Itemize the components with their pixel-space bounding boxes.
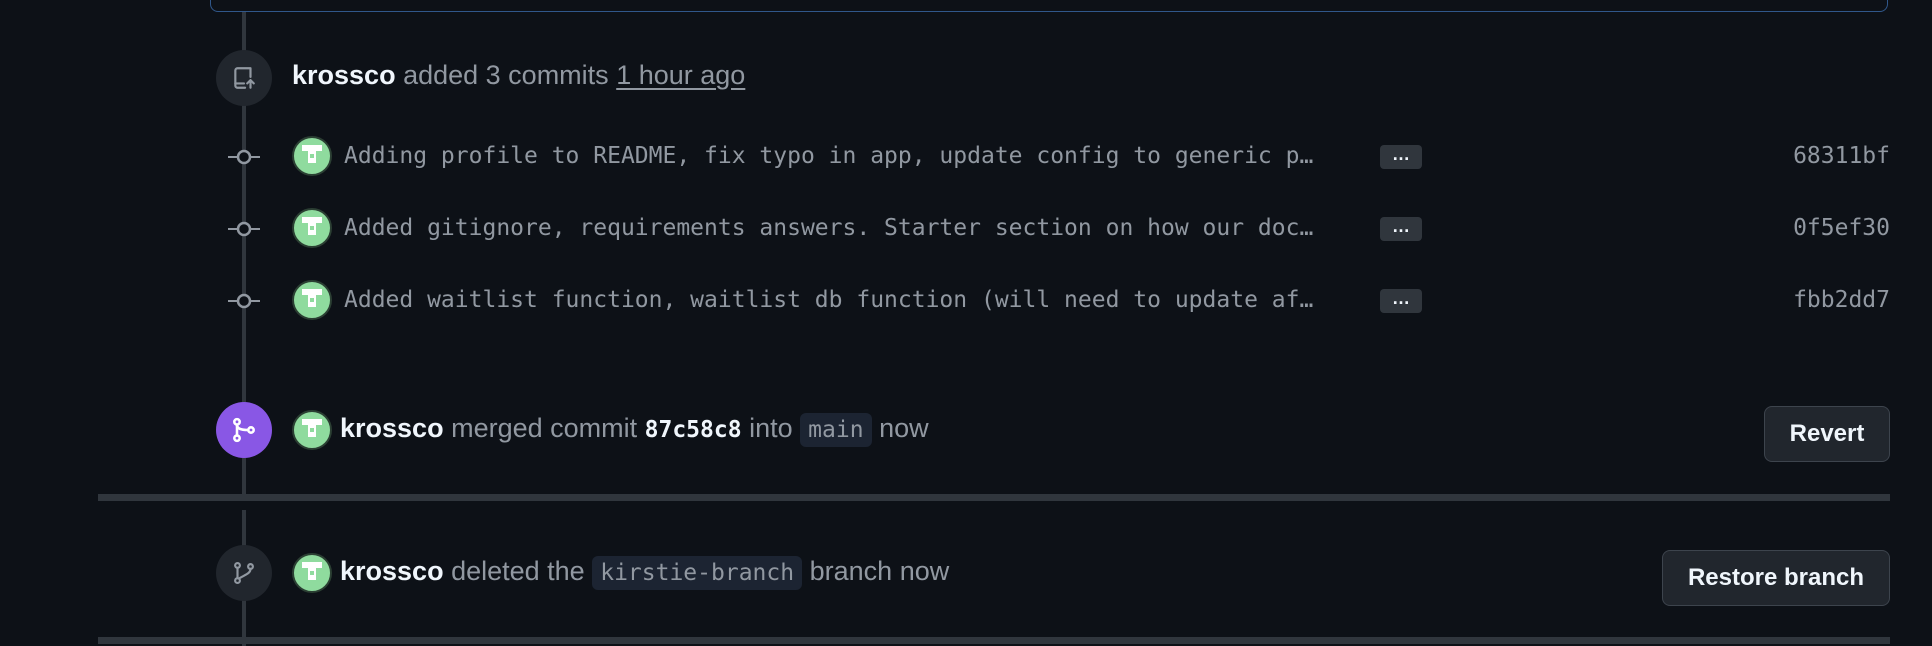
event-user-link[interactable]: krossco bbox=[340, 413, 444, 443]
commit-message-link[interactable]: Adding profile to README, fix typo in ap… bbox=[344, 141, 1356, 171]
merge-commit-sha-link[interactable]: 87c58c8 bbox=[645, 417, 742, 443]
expand-commit-button[interactable]: … bbox=[1380, 145, 1422, 169]
repo-push-badge bbox=[216, 50, 272, 106]
merge-time: now bbox=[879, 413, 929, 443]
avatar[interactable] bbox=[292, 553, 332, 593]
deleted-branch-name: kirstie-branch bbox=[592, 556, 803, 590]
merge-into-text: into bbox=[749, 413, 793, 443]
commit-sha-link[interactable]: 68311bf bbox=[1793, 141, 1890, 171]
git-commit-icon bbox=[228, 149, 260, 165]
avatar[interactable] bbox=[292, 280, 332, 320]
push-event-summary: krossco added 3 commits 1 hour ago bbox=[292, 58, 745, 92]
push-action-text: added 3 commits bbox=[403, 60, 609, 90]
merge-event-summary: krossco merged commit 87c58c8 into main … bbox=[340, 411, 929, 447]
timeline-divider bbox=[98, 637, 1890, 644]
avatar[interactable] bbox=[292, 410, 332, 450]
restore-branch-button[interactable]: Restore branch bbox=[1662, 550, 1890, 606]
commit-message-link[interactable]: Added gitignore, requirements answers. S… bbox=[344, 213, 1356, 243]
merge-text: merged commit bbox=[451, 413, 638, 443]
delete-time: now bbox=[899, 556, 950, 586]
commit-sha-link[interactable]: 0f5ef30 bbox=[1793, 213, 1890, 243]
merged-badge bbox=[216, 402, 272, 458]
event-user-link[interactable]: krossco bbox=[292, 60, 396, 90]
expand-commit-button[interactable]: … bbox=[1380, 217, 1422, 241]
revert-button[interactable]: Revert bbox=[1764, 406, 1890, 462]
git-commit-icon bbox=[228, 293, 260, 309]
expand-commit-button[interactable]: … bbox=[1380, 289, 1422, 313]
git-branch-icon bbox=[234, 561, 254, 585]
relative-time-link[interactable]: 1 hour ago bbox=[616, 60, 745, 90]
git-merge-icon bbox=[233, 417, 255, 443]
base-branch-link[interactable]: main bbox=[800, 413, 872, 447]
repo-push-icon bbox=[234, 67, 255, 89]
timeline-divider bbox=[98, 494, 1890, 501]
previous-timeline-card bbox=[210, 0, 1888, 12]
delete-branch-text: branch bbox=[809, 556, 893, 586]
commit-sha-link[interactable]: fbb2dd7 bbox=[1793, 285, 1890, 315]
event-user-link[interactable]: krossco bbox=[340, 556, 444, 586]
branch-badge bbox=[216, 545, 272, 601]
delete-event-summary: krossco deleted the kirstie-branch branc… bbox=[340, 554, 949, 590]
delete-text: deleted the bbox=[451, 556, 585, 586]
commit-message-link[interactable]: Added waitlist function, waitlist db fun… bbox=[344, 285, 1356, 315]
git-commit-icon bbox=[228, 221, 260, 237]
avatar[interactable] bbox=[292, 136, 332, 176]
avatar[interactable] bbox=[292, 208, 332, 248]
